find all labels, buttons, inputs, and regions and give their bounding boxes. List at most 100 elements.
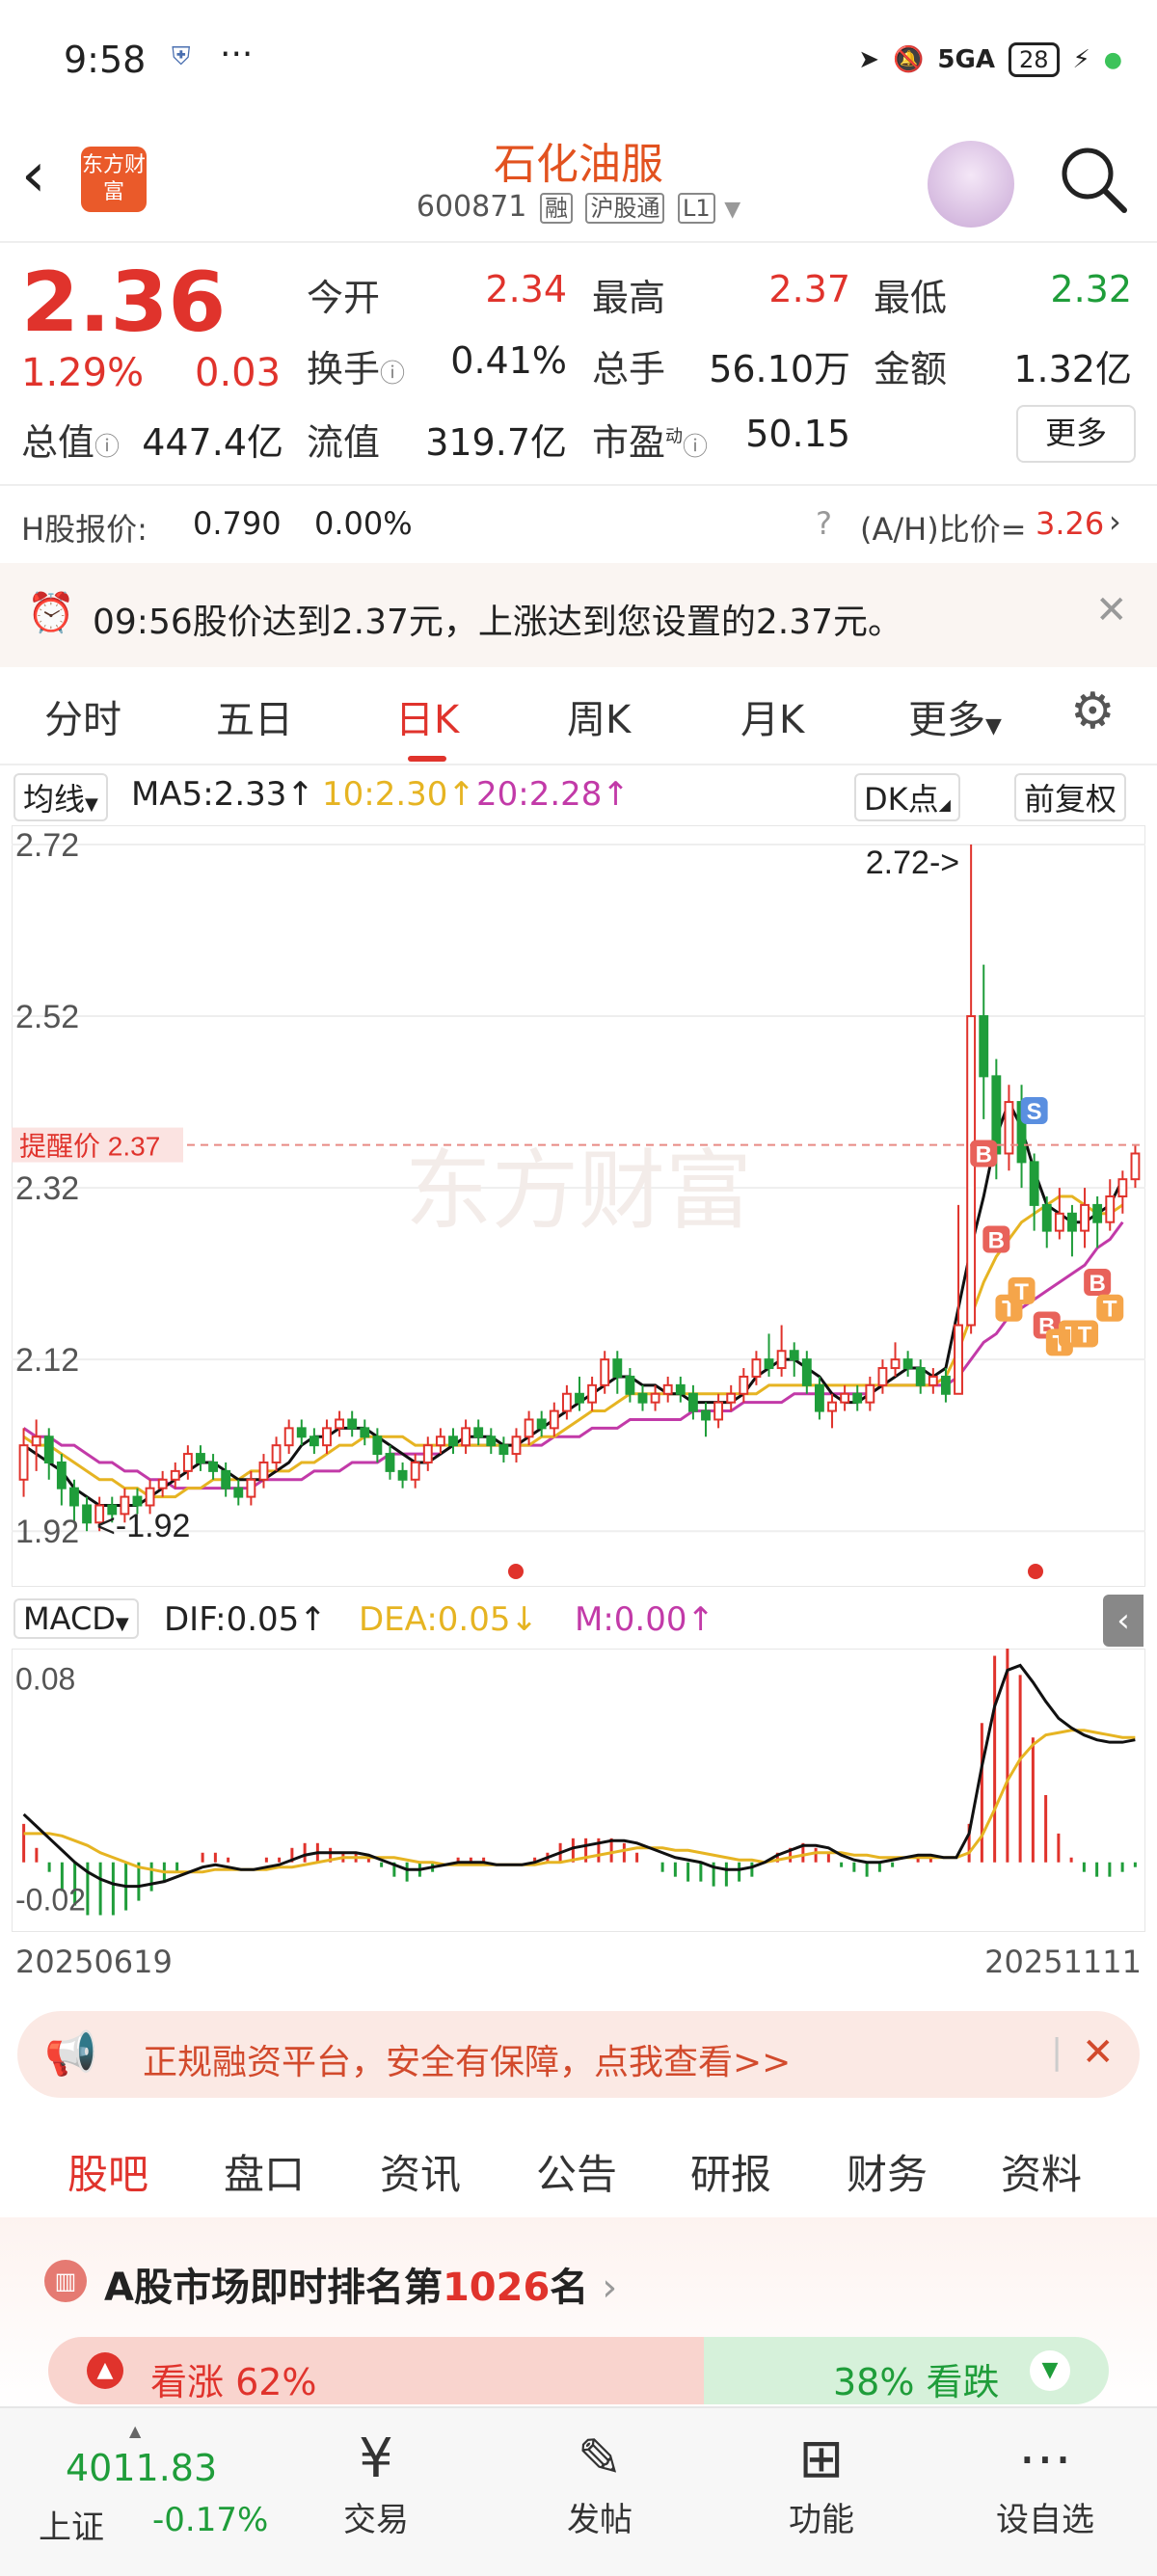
label-volume: 总手 <box>592 348 666 390</box>
candle-body <box>397 1469 408 1481</box>
dropdown-icon: ▼ <box>724 198 741 222</box>
collapse-panel-icon[interactable]: ‹ <box>1103 1595 1144 1647</box>
tab-five-day[interactable]: 五日 <box>216 688 293 744</box>
bearish-bar[interactable]: 38% 看跌 ▼ <box>704 2337 1109 2404</box>
tab-forum[interactable]: 股吧 <box>67 2142 148 2224</box>
low-annotation: <-1.92 <box>96 1508 190 1544</box>
tab-more[interactable]: 更多▼ <box>908 688 1002 744</box>
tab-finance[interactable]: 财务 <box>847 2142 928 2201</box>
candle-body <box>776 1350 787 1370</box>
gear-icon[interactable]: ⚙ <box>1070 683 1116 740</box>
trade-marker-label: T <box>1078 1322 1092 1348</box>
candle-body <box>258 1461 269 1481</box>
search-icon[interactable] <box>1057 143 1130 216</box>
candle-body <box>18 1444 29 1481</box>
shield-icon: ⛨ <box>172 42 191 71</box>
candle-body <box>726 1392 737 1404</box>
candle-body <box>473 1427 484 1438</box>
nav-functions[interactable]: ⊞ 功能 <box>754 2426 889 2540</box>
status-time: 9:58 <box>64 39 147 81</box>
candle-body <box>675 1383 686 1395</box>
close-icon[interactable]: ✕ <box>1095 588 1128 632</box>
bullish-label: 看涨 62% <box>150 2361 317 2403</box>
info-icon[interactable]: ⓘ <box>380 360 405 389</box>
candle-body <box>385 1453 395 1472</box>
location-icon: ➤ <box>858 45 880 74</box>
y-tick-label: 2.72 <box>15 827 79 864</box>
h-share-price: 0.790 <box>193 505 282 542</box>
candle-body <box>966 1015 977 1327</box>
dk-point-selector[interactable]: DK点◢ <box>854 773 960 821</box>
nav-post[interactable]: ✎ 发帖 <box>532 2426 667 2540</box>
info-icon[interactable]: ⓘ <box>94 433 120 462</box>
candle-body <box>852 1392 863 1404</box>
assistant-avatar[interactable] <box>928 141 1014 228</box>
macd-selector[interactable]: MACD▼ <box>13 1598 139 1639</box>
nav-add-watchlist[interactable]: ⋯ 设自选 <box>978 2426 1113 2540</box>
candle-body <box>56 1461 67 1489</box>
charging-icon: ⚡ <box>1072 45 1090 74</box>
candle-body <box>296 1427 307 1438</box>
yen-icon: ¥ <box>359 2428 393 2490</box>
candle-body <box>347 1418 358 1430</box>
battery-level: 28 <box>1008 42 1060 77</box>
rank-section: ▥ A股市场即时排名第1026名 › ▲ 看涨 62% 38% 看跌 ▼ <box>0 2217 1157 2410</box>
h-share-row[interactable]: H股报价: 0.790 0.00% ? (A/H)比价= 3.26 › <box>0 484 1157 563</box>
candle-body <box>322 1427 332 1447</box>
help-icon[interactable]: ? <box>816 505 832 542</box>
tab-profile[interactable]: 资料 <box>1001 2142 1082 2201</box>
dea-value: DEA:0.05↓ <box>359 1600 538 1639</box>
tab-monthly-k[interactable]: 月K <box>740 688 804 744</box>
nav-trade[interactable]: ¥ 交易 <box>309 2426 444 2540</box>
candle-body <box>549 1409 559 1430</box>
candle-body <box>801 1358 812 1386</box>
info-icon[interactable]: ⓘ <box>683 433 708 462</box>
tab-intraday[interactable]: 分时 <box>44 688 121 744</box>
date-axis: 20250619 20251111 <box>0 1938 1157 1986</box>
candle-body <box>701 1409 711 1421</box>
tab-announcements[interactable]: 公告 <box>536 2142 617 2201</box>
tab-orderbook[interactable]: 盘口 <box>224 2142 305 2201</box>
label-float-cap: 流值 <box>307 421 381 464</box>
macd-chart[interactable]: 0.08 -0.02 <box>12 1649 1145 1932</box>
candlestick-chart[interactable]: 东方财富 提醒价 2.37 BSBTTBTTTBT 2.722.522.322.… <box>12 825 1145 1587</box>
close-icon[interactable]: ✕ <box>1082 2030 1115 2075</box>
ma5-value: MA5:2.33↑ <box>131 775 314 814</box>
more-icon: ⋯ <box>1018 2428 1072 2490</box>
stock-code: 600871 <box>416 190 527 224</box>
candle-body <box>928 1375 938 1386</box>
bearish-label: 38% 看跌 <box>833 2361 1000 2403</box>
candle-body <box>461 1427 471 1447</box>
candle-body <box>877 1367 888 1386</box>
candle-body <box>69 1487 79 1507</box>
indicator-selector[interactable]: 均线▼ <box>13 773 108 821</box>
candle-body <box>941 1375 951 1395</box>
label-low: 最低 <box>874 277 948 319</box>
candle-body <box>1029 1161 1039 1206</box>
tab-news[interactable]: 资讯 <box>380 2142 461 2201</box>
tag-margin: 融 <box>539 193 573 224</box>
candle-body <box>246 1478 256 1498</box>
grid-icon: ⊞ <box>798 2428 845 2490</box>
candle-body <box>739 1375 749 1395</box>
network-label: 5GA <box>937 45 995 74</box>
trade-marker-label: T <box>1014 1279 1029 1305</box>
candle-body <box>625 1375 635 1395</box>
candle-body <box>410 1461 420 1481</box>
watermark-text: 东方财富 <box>405 1143 752 1240</box>
candle-body <box>902 1358 913 1370</box>
rank-text[interactable]: A股市场即时排名第1026名 › <box>104 2256 617 2312</box>
adjust-selector[interactable]: 前复权 <box>1014 773 1127 821</box>
value-high: 2.37 <box>768 268 850 310</box>
tab-research[interactable]: 研报 <box>690 2142 771 2201</box>
price-alert-banner[interactable]: ⏰ 09:56股价达到2.37元，上涨达到您设置的2.37元。 ✕ <box>0 563 1157 667</box>
tag-level: L1 <box>678 193 715 224</box>
candle-body <box>486 1436 497 1447</box>
tab-daily-k[interactable]: 日K <box>395 688 459 762</box>
tab-weekly-k[interactable]: 周K <box>567 688 631 744</box>
bullish-bar[interactable]: ▲ 看涨 62% <box>48 2337 704 2404</box>
candle-body <box>448 1436 458 1447</box>
index-value[interactable]: 4011.83 <box>66 2447 217 2489</box>
more-button[interactable]: 更多 <box>1016 405 1136 463</box>
promo-banner[interactable]: 📢 正规融资平台，安全有保障，点我查看>> | ✕ <box>17 2011 1140 2098</box>
